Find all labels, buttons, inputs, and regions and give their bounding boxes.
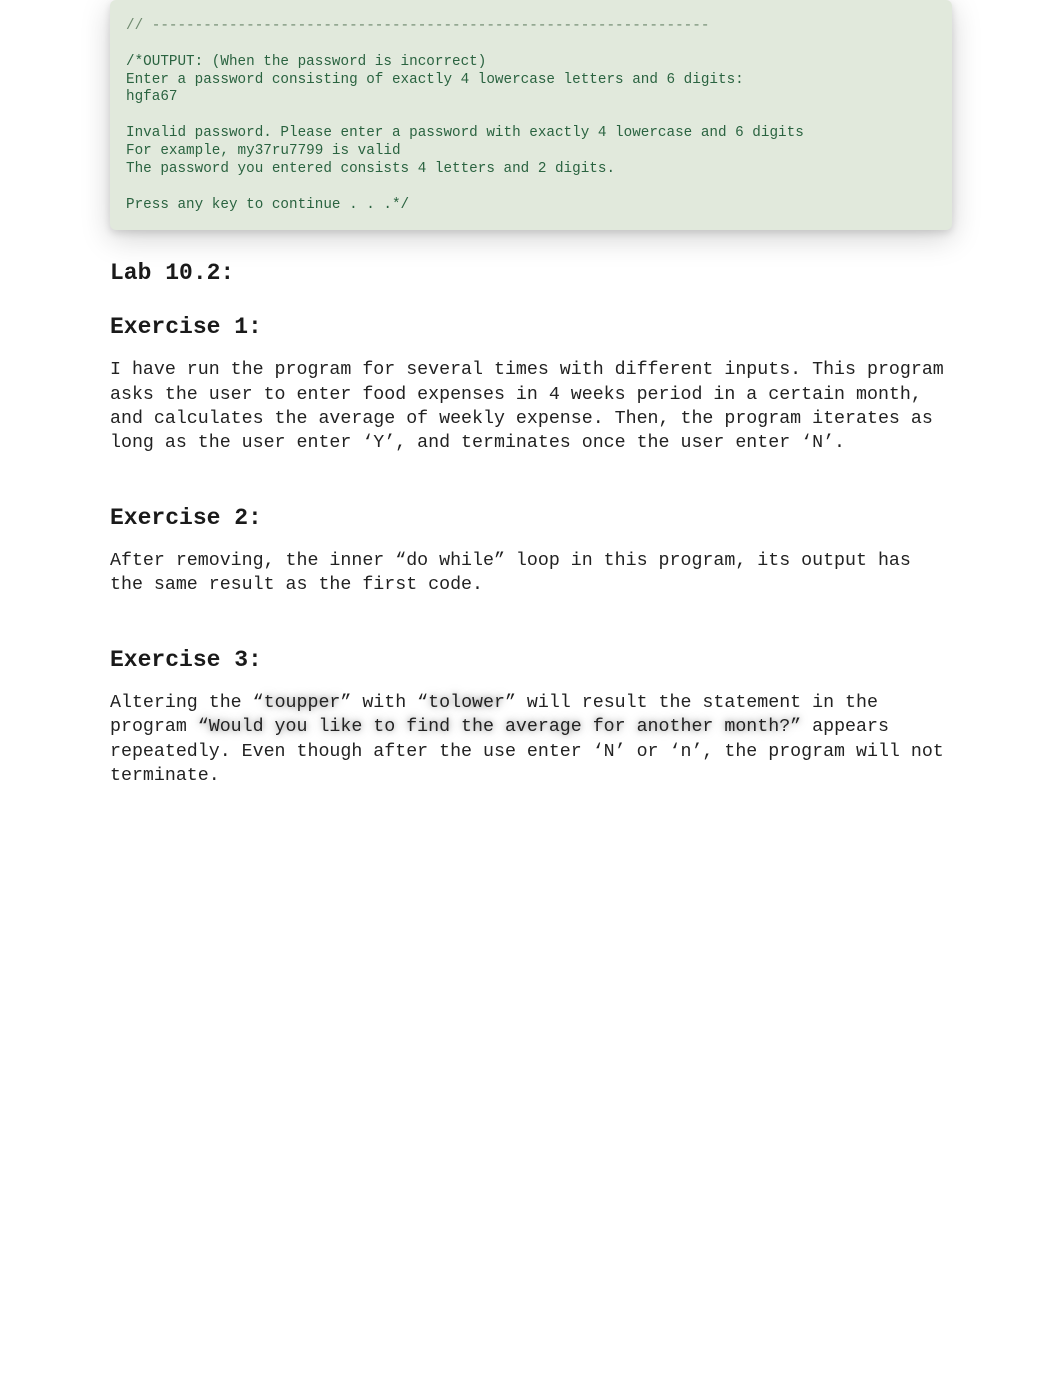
exercise-1-heading: Exercise 1: [110,314,952,340]
document-page: // -------------------------------------… [0,0,1062,838]
exercise-1-text: I have run the program for several times… [110,358,952,455]
code-line: Press any key to continue . . .*/ [126,197,409,213]
exercise-2-text: After removing, the inner “do while” loo… [110,549,952,597]
code-line: Invalid password. Please enter a passwor… [126,125,804,141]
exercise-3-text: Altering the “toupper” with “tolower” wi… [110,691,952,788]
text-fragment: ” with “ [340,693,428,713]
code-line: Enter a password consisting of exactly 4… [126,72,744,88]
code-line: For example, my37ru7799 is valid [126,143,401,159]
exercise-2-heading: Exercise 2: [110,505,952,531]
code-output-block: // -------------------------------------… [110,0,952,230]
code-line: /*OUTPUT: (When the password is incorrec… [126,54,486,70]
code-line: The password you entered consists 4 lett… [126,161,615,177]
highlight-tolower: tolower [428,693,505,713]
code-separator: // -------------------------------------… [126,18,709,34]
lab-heading: Lab 10.2: [110,260,952,286]
highlight-toupper: toupper [264,693,341,713]
text-fragment: Altering the “ [110,693,264,713]
highlight-question: “Would you like to find the average for … [198,717,801,737]
code-line: hgfa67 [126,89,177,105]
exercise-3-heading: Exercise 3: [110,647,952,673]
